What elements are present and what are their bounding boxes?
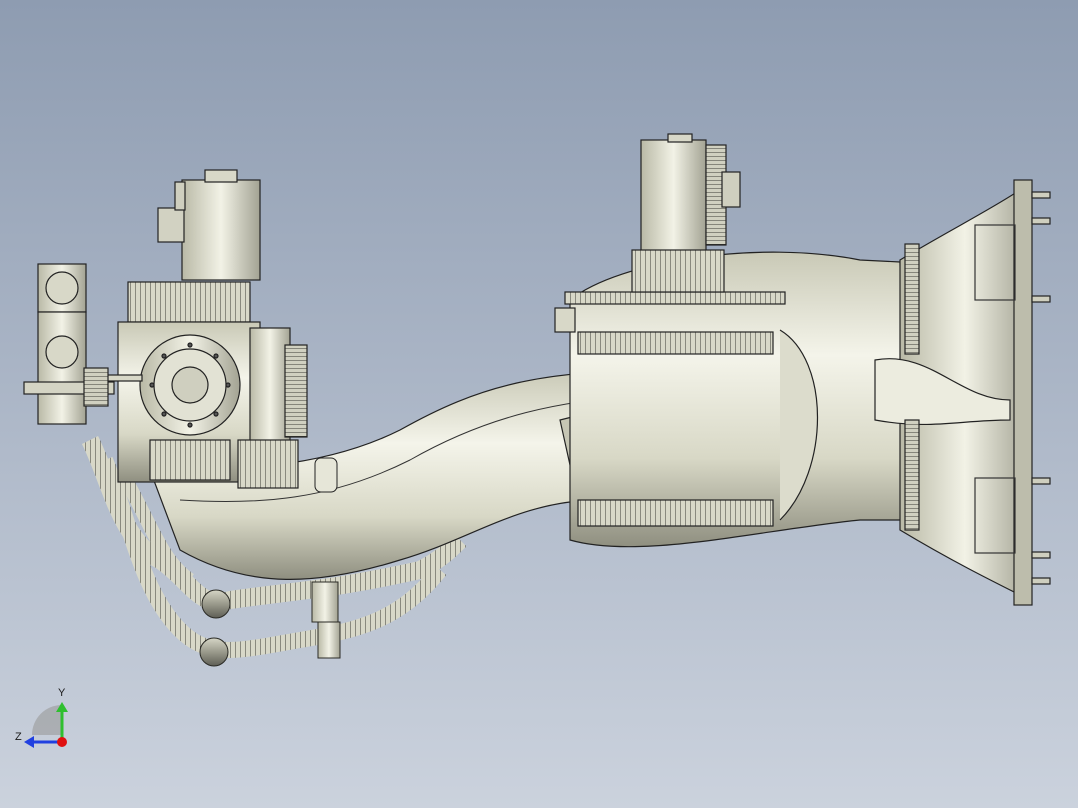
elbow-housing bbox=[554, 251, 906, 548]
x-axis-origin-dot bbox=[57, 737, 67, 747]
elbow-motor bbox=[631, 133, 741, 293]
z-axis-arrowhead bbox=[24, 736, 34, 748]
coordinate-triad bbox=[24, 702, 68, 748]
wrist-motor bbox=[157, 169, 261, 281]
hose-clamp bbox=[314, 457, 338, 493]
tool-flange bbox=[23, 263, 115, 425]
y-axis-label: Y bbox=[58, 687, 66, 699]
z-axis-label: Z bbox=[15, 731, 22, 743]
wrist-assembly bbox=[97, 281, 308, 489]
base-flange bbox=[874, 179, 1051, 606]
cad-3d-viewport[interactable]: Y Z bbox=[0, 0, 1078, 808]
robot-arm-model[interactable] bbox=[0, 0, 1078, 808]
